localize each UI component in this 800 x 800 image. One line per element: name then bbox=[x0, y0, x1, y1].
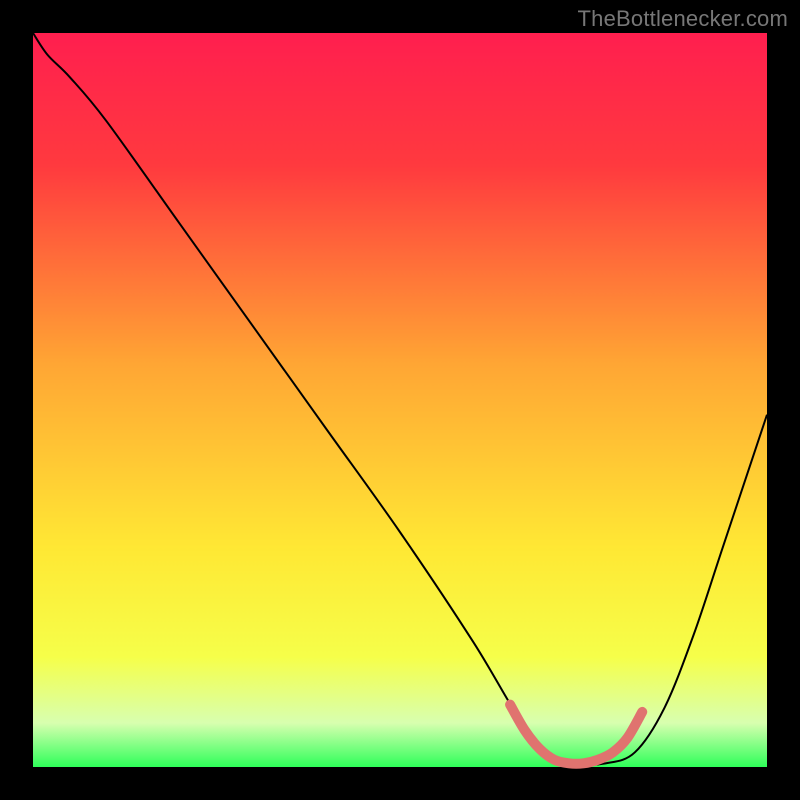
chart-svg bbox=[33, 33, 767, 767]
series-valley-highlight bbox=[510, 705, 642, 764]
series-bottleneck-curve bbox=[33, 33, 767, 765]
chart-frame bbox=[33, 33, 767, 767]
attribution-text: TheBottlenecker.com bbox=[578, 6, 788, 32]
curve-layer bbox=[33, 33, 767, 765]
